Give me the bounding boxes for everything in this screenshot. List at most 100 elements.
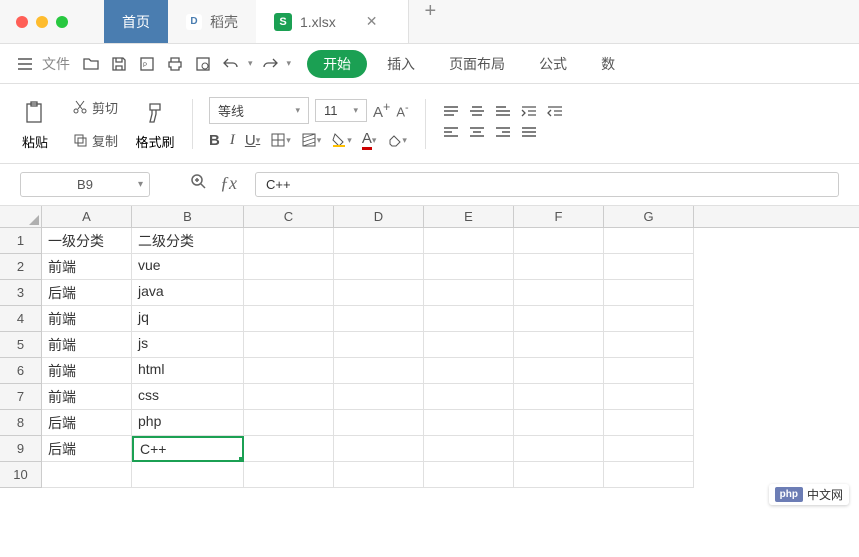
increase-font-button[interactable]: A+ <box>373 100 390 121</box>
cell[interactable] <box>334 280 424 306</box>
fill-pattern-button[interactable]: ▾ <box>301 132 322 148</box>
cell[interactable] <box>604 410 694 436</box>
font-color-button[interactable]: A ▾ <box>362 130 377 150</box>
col-header-c[interactable]: C <box>244 206 334 227</box>
justify-button[interactable] <box>520 126 538 143</box>
row-header[interactable]: 7 <box>0 384 42 410</box>
col-header-d[interactable]: D <box>334 206 424 227</box>
cell[interactable]: 前端 <box>42 254 132 280</box>
cell[interactable]: 前端 <box>42 306 132 332</box>
row-header[interactable]: 5 <box>0 332 42 358</box>
cell[interactable] <box>334 228 424 254</box>
cell[interactable]: css <box>132 384 244 410</box>
clear-format-button[interactable]: ▾ <box>386 132 407 148</box>
cell[interactable] <box>424 410 514 436</box>
cell[interactable] <box>514 410 604 436</box>
cell[interactable]: java <box>132 280 244 306</box>
fill-color-button[interactable]: ▾ <box>331 132 352 148</box>
format-painter-button[interactable] <box>134 96 176 130</box>
copy-button[interactable]: 复制 <box>68 129 122 152</box>
cell[interactable] <box>132 462 244 488</box>
font-family-select[interactable]: 等线 ▾ <box>209 97 309 124</box>
cell[interactable] <box>244 410 334 436</box>
cell[interactable]: 前端 <box>42 358 132 384</box>
cell[interactable] <box>334 332 424 358</box>
paste-button[interactable] <box>14 96 56 130</box>
export-pdf-icon[interactable]: P <box>136 53 158 75</box>
col-header-e[interactable]: E <box>424 206 514 227</box>
open-folder-icon[interactable] <box>80 53 102 75</box>
cell[interactable] <box>424 384 514 410</box>
cell[interactable] <box>514 280 604 306</box>
cell[interactable]: 后端 <box>42 410 132 436</box>
cell[interactable] <box>244 384 334 410</box>
cell[interactable] <box>424 358 514 384</box>
docer-tab[interactable]: D 稻壳 <box>168 0 256 43</box>
cell[interactable] <box>604 384 694 410</box>
cell[interactable] <box>424 332 514 358</box>
select-all-corner[interactable] <box>0 206 42 227</box>
close-window-button[interactable] <box>16 16 28 28</box>
cell[interactable] <box>334 410 424 436</box>
row-header[interactable]: 1 <box>0 228 42 254</box>
cell[interactable] <box>244 436 334 462</box>
increase-indent-button[interactable] <box>546 105 564 122</box>
cell[interactable]: 后端 <box>42 280 132 306</box>
cell[interactable] <box>604 280 694 306</box>
cell[interactable] <box>42 462 132 488</box>
cell[interactable] <box>244 358 334 384</box>
row-header[interactable]: 2 <box>0 254 42 280</box>
cell[interactable] <box>514 462 604 488</box>
cell[interactable] <box>604 254 694 280</box>
cell[interactable] <box>424 436 514 462</box>
cell[interactable] <box>244 462 334 488</box>
cell[interactable] <box>514 332 604 358</box>
cell[interactable]: php <box>132 410 244 436</box>
row-header[interactable]: 10 <box>0 462 42 488</box>
cell[interactable] <box>514 358 604 384</box>
tab-window-icon[interactable] <box>344 11 352 32</box>
maximize-window-button[interactable] <box>56 16 68 28</box>
row-header[interactable]: 9 <box>0 436 42 462</box>
formula-menu[interactable]: 公式 <box>525 54 581 74</box>
decrease-font-button[interactable]: A- <box>396 102 408 119</box>
border-button[interactable]: ▾ <box>270 132 291 148</box>
cell[interactable] <box>334 306 424 332</box>
file-menu[interactable]: 文件 <box>42 54 70 74</box>
cell[interactable] <box>244 280 334 306</box>
align-top-button[interactable] <box>442 105 460 122</box>
undo-icon[interactable] <box>220 53 242 75</box>
align-right-button[interactable] <box>494 126 512 143</box>
start-menu-button[interactable]: 开始 <box>307 50 367 78</box>
save-icon[interactable] <box>108 53 130 75</box>
cell[interactable] <box>604 228 694 254</box>
cell[interactable]: 二级分类 <box>132 228 244 254</box>
cell[interactable]: 前端 <box>42 332 132 358</box>
formula-input[interactable]: C++ <box>255 172 839 197</box>
col-header-f[interactable]: F <box>514 206 604 227</box>
cell[interactable] <box>514 384 604 410</box>
cell[interactable]: 前端 <box>42 384 132 410</box>
redo-dropdown[interactable]: ▾ <box>287 58 292 69</box>
cut-button[interactable]: 剪切 <box>68 96 122 119</box>
cell[interactable] <box>244 228 334 254</box>
new-tab-button[interactable]: + <box>409 0 453 43</box>
cell[interactable] <box>424 306 514 332</box>
cell[interactable] <box>244 332 334 358</box>
align-left-button[interactable] <box>442 126 460 143</box>
cell[interactable] <box>514 228 604 254</box>
align-bottom-button[interactable] <box>494 105 512 122</box>
col-header-b[interactable]: B <box>132 206 244 227</box>
cell-reference-box[interactable]: B9 ▾ <box>20 172 150 197</box>
tab-close-icon[interactable]: ✕ <box>362 11 382 32</box>
align-center-button[interactable] <box>468 126 486 143</box>
cell[interactable] <box>334 384 424 410</box>
cell[interactable] <box>514 306 604 332</box>
cell[interactable]: vue <box>132 254 244 280</box>
row-header[interactable]: 3 <box>0 280 42 306</box>
insert-menu[interactable]: 插入 <box>373 54 429 74</box>
cell[interactable] <box>334 254 424 280</box>
col-header-g[interactable]: G <box>604 206 694 227</box>
cell[interactable] <box>334 358 424 384</box>
home-tab[interactable]: 首页 <box>104 0 168 43</box>
